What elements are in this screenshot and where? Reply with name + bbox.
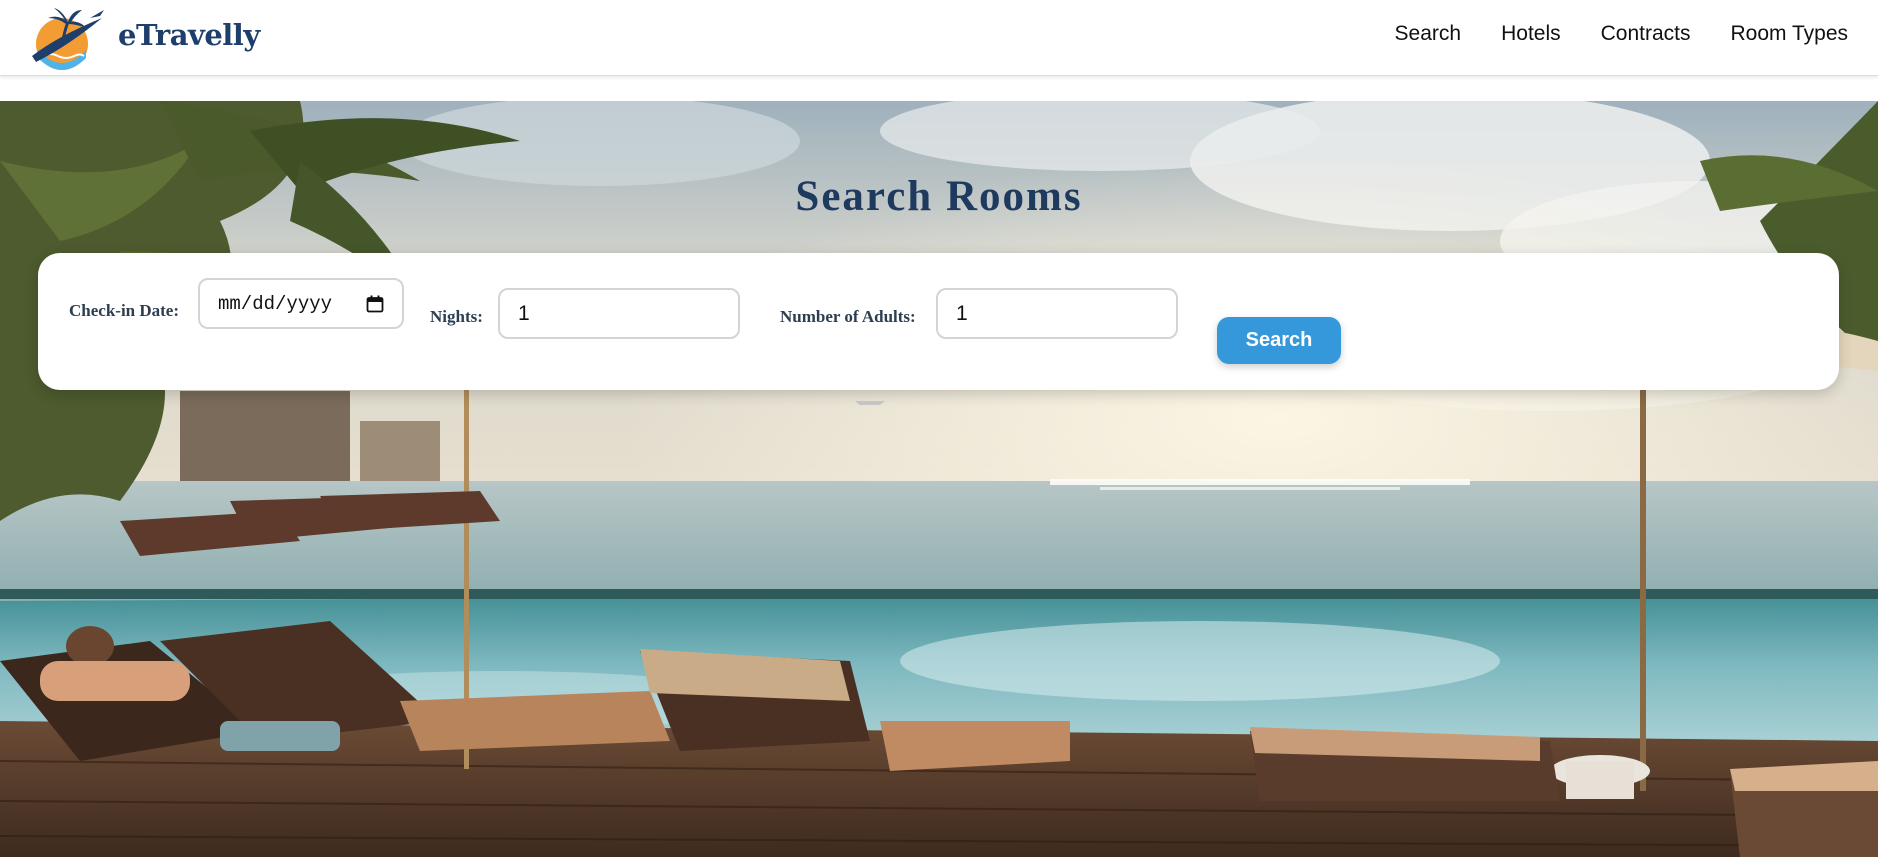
main-nav: Search Hotels Contracts Room Types xyxy=(1395,22,1848,46)
page-title: Search Rooms xyxy=(795,173,1083,220)
search-button[interactable]: Search xyxy=(1217,317,1341,364)
brand-name[interactable]: eTravelly xyxy=(118,18,260,52)
search-form: Check-in Date: mm/dd/yyyy Nights: 1 Numb… xyxy=(38,253,1839,390)
calendar-icon[interactable] xyxy=(366,295,384,313)
brand-logo-icon[interactable] xyxy=(28,6,104,72)
nav-item-hotels[interactable]: Hotels xyxy=(1501,22,1561,46)
checkin-date-input[interactable]: mm/dd/yyyy xyxy=(198,278,404,329)
checkin-date-placeholder: mm/dd/yyyy xyxy=(218,292,333,315)
checkin-date-label: Check-in Date: xyxy=(69,301,180,320)
nights-label: Nights: xyxy=(430,307,483,326)
adults-value: 1 xyxy=(956,301,968,325)
adults-label: Number of Adults: xyxy=(780,307,916,326)
adults-input[interactable]: 1 xyxy=(936,288,1178,339)
top-navbar: eTravelly Search Hotels Contracts Room T… xyxy=(0,0,1878,76)
nav-item-room-types[interactable]: Room Types xyxy=(1731,22,1849,46)
nights-value: 1 xyxy=(518,301,530,325)
nav-item-contracts[interactable]: Contracts xyxy=(1601,22,1691,46)
nav-item-search[interactable]: Search xyxy=(1395,22,1462,46)
nights-input[interactable]: 1 xyxy=(498,288,740,339)
